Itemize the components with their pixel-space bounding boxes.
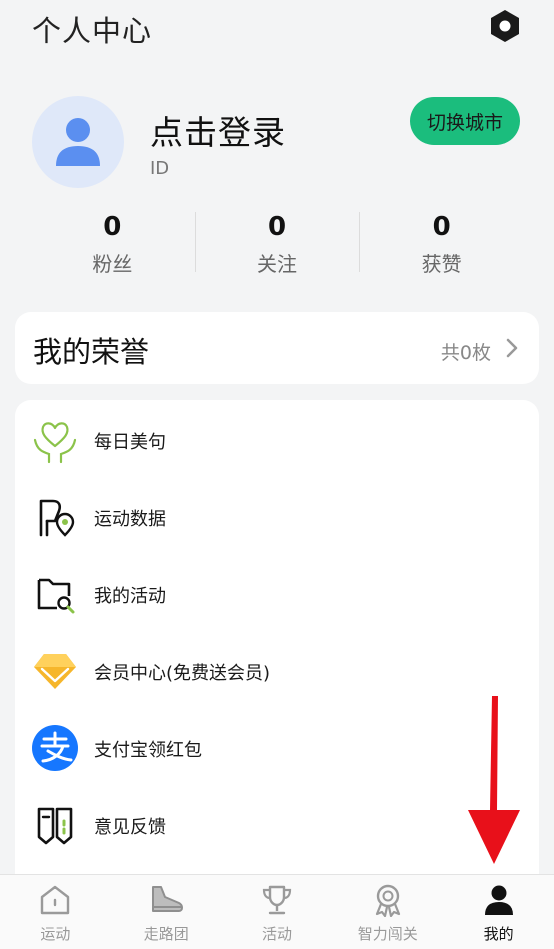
user-id: ID [150, 158, 170, 179]
honor-count: 共0枚 [440, 342, 491, 364]
stat-fans[interactable]: 0 粉丝 [30, 210, 195, 276]
menu-item-membership[interactable]: 会员中心(免费送会员) [15, 635, 539, 705]
menu-item-feedback[interactable]: 意见反馈 [15, 789, 539, 859]
menu-item-label: 运动数据 [94, 509, 166, 530]
menu-item-label: 每日美句 [94, 432, 166, 453]
tab-sport[interactable]: 运动 [0, 875, 111, 949]
menu-list: 每日美句 运动数据 我的活动 会员中心(免费送会员) 支付宝领红包 意见反馈 [15, 400, 539, 880]
tab-label: 运动 [40, 925, 71, 943]
person-icon [484, 885, 513, 915]
avatar[interactable] [32, 96, 124, 188]
header: 个人中心 [0, 0, 554, 56]
red-arrow-annotation [468, 696, 520, 864]
menu-item-label: 会员中心(免费送会员) [94, 663, 271, 684]
stat-count: 0 [432, 212, 451, 242]
honor-card[interactable]: 我的荣誉 共0枚 [15, 312, 539, 384]
stats-bar: 0 粉丝 0 关注 0 获赞 [30, 210, 524, 276]
menu-item-label: 支付宝领红包 [94, 740, 202, 761]
tab-label: 智力闯关 [357, 925, 418, 943]
activity-search-icon [37, 578, 75, 614]
stat-label: 关注 [257, 252, 297, 276]
heart-hands-icon [33, 422, 77, 464]
page-title: 个人中心 [32, 14, 153, 48]
switch-city-button[interactable]: 切换城市 [410, 97, 520, 145]
person-icon [56, 118, 100, 166]
stat-label: 粉丝 [92, 252, 133, 276]
chevron-right-icon [506, 338, 518, 358]
alipay-icon [32, 725, 78, 771]
menu-item-label: 我的活动 [94, 586, 166, 607]
home-icon [41, 885, 70, 915]
bottom-tab-bar: 运动 走路团 活动 智力闯关 我的 [0, 874, 554, 949]
shoe-icon [152, 886, 184, 912]
stat-label: 获赞 [421, 252, 462, 276]
honor-title: 我的荣誉 [33, 335, 150, 369]
sport-data-icon [39, 499, 75, 537]
tab-label: 走路团 [143, 925, 189, 943]
diamond-icon [34, 654, 76, 689]
menu-item-daily-quote[interactable]: 每日美句 [15, 404, 539, 474]
menu-item-label: 意见反馈 [94, 817, 166, 838]
stat-count: 0 [103, 212, 122, 242]
settings-hexagon-icon [491, 10, 519, 42]
tab-label: 活动 [261, 925, 292, 943]
tab-mine[interactable]: 我的 [443, 875, 554, 949]
tab-walking-group[interactable]: 走路团 [111, 875, 222, 949]
medal-icon [375, 884, 400, 917]
tab-label: 我的 [483, 925, 514, 943]
stat-following[interactable]: 0 关注 [194, 210, 360, 276]
tab-quiz[interactable]: 智力闯关 [332, 875, 443, 949]
menu-item-my-activity[interactable]: 我的活动 [15, 558, 539, 628]
menu-item-alipay[interactable]: 支付宝领红包 [15, 712, 539, 782]
feedback-icon [37, 807, 73, 845]
stat-likes[interactable]: 0 获赞 [359, 210, 524, 276]
menu-item-sport-data[interactable]: 运动数据 [15, 481, 539, 551]
login-link[interactable]: 点击登录 [150, 106, 286, 154]
tab-activity[interactable]: 活动 [222, 875, 333, 949]
settings-button[interactable] [487, 8, 523, 44]
stat-count: 0 [267, 212, 287, 242]
trophy-icon [262, 885, 292, 915]
